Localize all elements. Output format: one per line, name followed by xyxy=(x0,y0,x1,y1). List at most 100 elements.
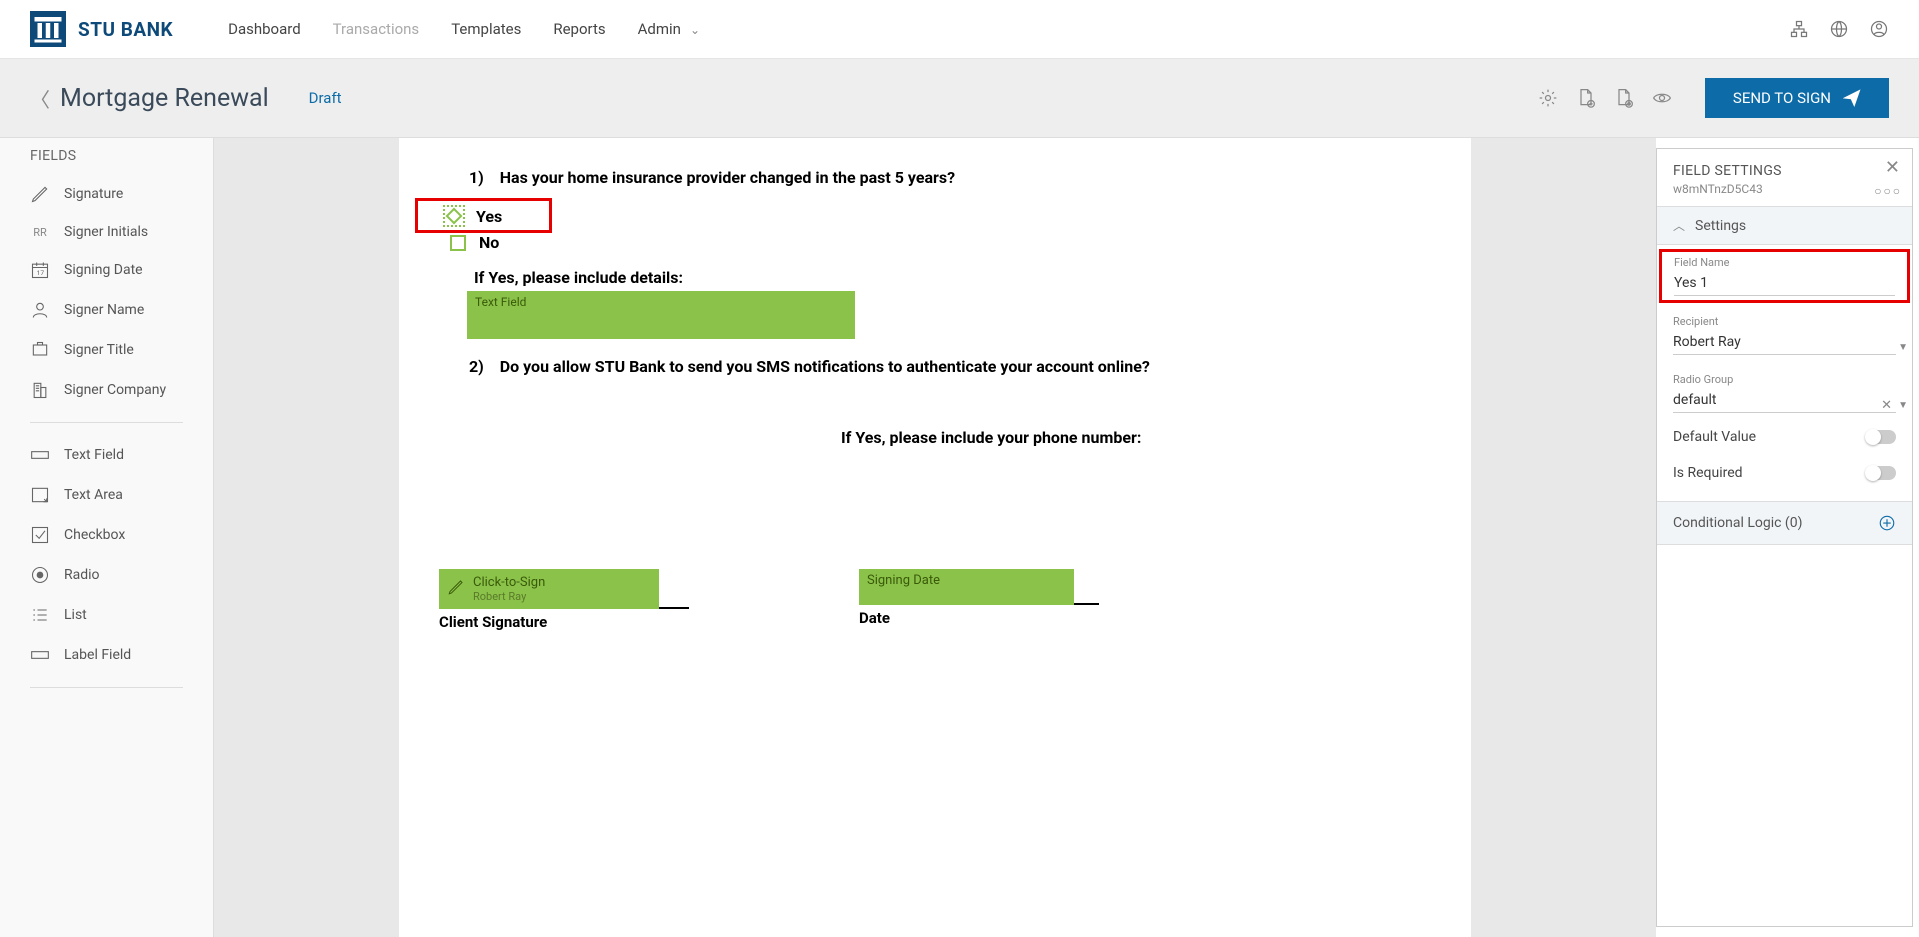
nav-templates[interactable]: Templates xyxy=(451,20,521,38)
field-checkbox[interactable]: Checkbox xyxy=(0,515,213,555)
divider xyxy=(30,422,183,423)
field-initials[interactable]: RR Signer Initials xyxy=(0,214,213,250)
status-label: Draft xyxy=(309,89,342,107)
initials-icon: RR xyxy=(30,226,50,239)
date-caption: Date xyxy=(859,609,1109,627)
field-settings-panel: ✕ FIELD SETTINGS w8mNTnzD5C43 ○○○ ︿ Sett… xyxy=(1656,148,1913,927)
pen-icon xyxy=(447,578,465,600)
field-signing-date[interactable]: 17 Signing Date xyxy=(0,250,213,290)
chevron-down-icon[interactable]: ▼ xyxy=(1898,400,1908,411)
brand-name: STU BANK xyxy=(78,18,173,41)
signature-caption: Client Signature xyxy=(439,613,689,631)
panel-header: ✕ FIELD SETTINGS w8mNTnzD5C43 ○○○ xyxy=(1657,149,1912,207)
top-nav: STU BANK Dashboard Transactions Template… xyxy=(0,0,1919,59)
radio-no[interactable] xyxy=(450,235,466,251)
radio-icon xyxy=(30,565,50,585)
chevron-down-icon[interactable]: ▼ xyxy=(1898,342,1908,353)
signature-line xyxy=(659,607,689,609)
field-name-input[interactable] xyxy=(1674,271,1895,296)
settings-section-header[interactable]: ︿ Settings xyxy=(1657,207,1912,245)
nav-admin[interactable]: Admin ⌄ xyxy=(638,20,700,38)
person-icon xyxy=(30,300,50,320)
send-to-sign-button[interactable]: SEND TO SIGN xyxy=(1705,78,1889,118)
click-to-sign-field[interactable]: Click-to-Sign Robert Ray xyxy=(439,569,659,609)
header-actions: SEND TO SIGN xyxy=(1538,78,1889,118)
chevron-up-icon: ︿ xyxy=(1673,217,1685,234)
sidebar-title: FIELDS xyxy=(0,148,213,174)
text-field-placeholder[interactable]: Text Field xyxy=(467,291,855,339)
hierarchy-icon[interactable] xyxy=(1789,19,1809,39)
field-signature[interactable]: Signature xyxy=(0,174,213,214)
close-icon[interactable]: ✕ xyxy=(1885,157,1900,178)
clear-icon[interactable]: ✕ xyxy=(1881,398,1892,413)
question-1: 1) Has your home insurance provider chan… xyxy=(469,168,1431,187)
field-list[interactable]: List xyxy=(0,595,213,635)
document-page: 1) Has your home insurance provider chan… xyxy=(399,138,1471,937)
nav-links: Dashboard Transactions Templates Reports… xyxy=(228,20,700,38)
doc-add-icon[interactable] xyxy=(1576,88,1596,108)
send-icon xyxy=(1843,89,1861,107)
signature-block: Click-to-Sign Robert Ray Client Signatur… xyxy=(439,569,689,631)
panel-id: w8mNTnzD5C43 xyxy=(1673,182,1896,196)
field-label[interactable]: Label Field xyxy=(0,635,213,675)
plus-circle-icon[interactable] xyxy=(1878,514,1896,532)
doc-settings-icon[interactable] xyxy=(1614,88,1634,108)
field-signer-company[interactable]: Signer Company xyxy=(0,370,213,410)
document-canvas: 1) Has your home insurance provider chan… xyxy=(214,138,1656,937)
badge-icon xyxy=(30,340,50,360)
textfield-icon xyxy=(30,445,50,465)
is-required-toggle[interactable] xyxy=(1866,466,1896,480)
is-required-row: Is Required xyxy=(1657,455,1912,491)
conditional-logic-row[interactable]: Conditional Logic (0) xyxy=(1657,501,1912,545)
nav-icons xyxy=(1789,19,1889,39)
if-yes-2: If Yes, please include your phone number… xyxy=(841,428,1431,447)
answer-no-label: No xyxy=(479,233,499,252)
default-value-row: Default Value xyxy=(1657,419,1912,455)
date-line xyxy=(1074,603,1099,605)
signing-date-field[interactable]: Signing Date xyxy=(859,569,1074,605)
nav-transactions[interactable]: Transactions xyxy=(333,20,420,38)
field-signer-name[interactable]: Signer Name xyxy=(0,290,213,330)
answer-yes-label: Yes xyxy=(476,207,502,226)
if-yes-1: If Yes, please include details: xyxy=(474,268,1431,287)
signature-row: Click-to-Sign Robert Ray Client Signatur… xyxy=(439,569,1431,631)
radio-yes-selected[interactable] xyxy=(443,205,465,227)
radio-group-select[interactable] xyxy=(1673,388,1896,413)
radio-group-group: Radio Group ✕ ▼ xyxy=(1657,367,1912,419)
eye-icon[interactable] xyxy=(1652,88,1672,108)
back-button[interactable]: 〈 xyxy=(30,84,50,113)
main-layout: FIELDS Signature RR Signer Initials 17 S… xyxy=(0,138,1919,937)
gear-icon[interactable] xyxy=(1538,88,1558,108)
building-icon xyxy=(30,380,50,400)
nav-reports[interactable]: Reports xyxy=(553,20,605,38)
brand-logo xyxy=(30,11,66,47)
list-icon xyxy=(30,605,50,625)
recipient-label: Recipient xyxy=(1673,315,1896,328)
pen-icon xyxy=(30,184,50,204)
field-radio[interactable]: Radio xyxy=(0,555,213,595)
nav-dashboard[interactable]: Dashboard xyxy=(228,20,301,38)
field-textarea[interactable]: Text Area xyxy=(0,475,213,515)
chevron-down-icon: ⌄ xyxy=(684,23,700,37)
field-signer-title[interactable]: Signer Title xyxy=(0,330,213,370)
user-icon[interactable] xyxy=(1869,19,1889,39)
recipient-group: Recipient ▼ xyxy=(1657,309,1912,361)
more-icon[interactable]: ○○○ xyxy=(1874,184,1902,198)
recipient-select[interactable] xyxy=(1673,330,1896,355)
question-2: 2) Do you allow STU Bank to send you SMS… xyxy=(469,357,1431,376)
page-header: 〈 Mortgage Renewal Draft SEND TO SIGN xyxy=(0,59,1919,138)
svg-text:17: 17 xyxy=(37,269,45,277)
field-name-label: Field Name xyxy=(1674,256,1895,269)
label-icon xyxy=(30,645,50,665)
textarea-icon xyxy=(30,485,50,505)
field-text[interactable]: Text Field xyxy=(0,435,213,475)
answer-yes-row: Yes xyxy=(443,205,1431,227)
panel-body: Field Name Recipient ▼ Radio Group ✕ ▼ D… xyxy=(1657,245,1912,549)
panel-title: FIELD SETTINGS xyxy=(1673,163,1896,179)
globe-icon[interactable] xyxy=(1829,19,1849,39)
default-value-toggle[interactable] xyxy=(1866,430,1896,444)
date-block: Signing Date Date xyxy=(859,569,1109,631)
radio-group-label: Radio Group xyxy=(1673,373,1896,386)
page-title: Mortgage Renewal xyxy=(60,84,269,113)
checkbox-icon xyxy=(30,525,50,545)
